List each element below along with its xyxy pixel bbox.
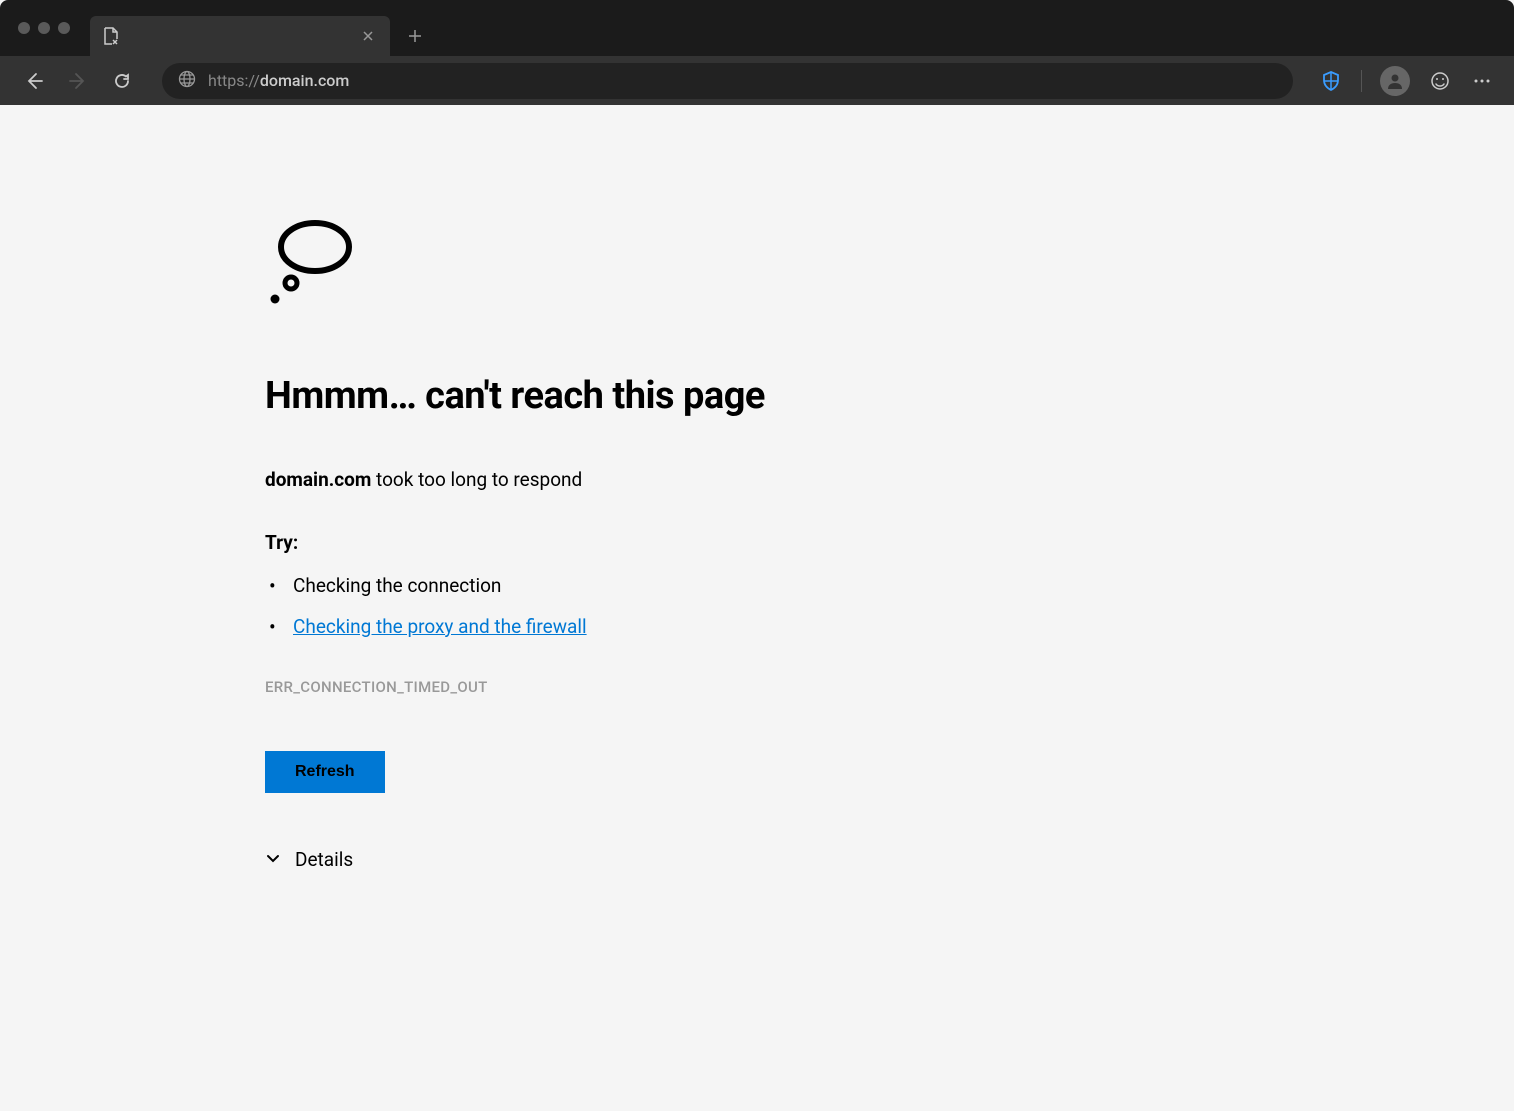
refresh-page-button[interactable]: Refresh (265, 751, 385, 793)
new-tab-button[interactable] (400, 21, 430, 51)
error-message: domain.com took too long to respond (265, 468, 1514, 491)
toolbar-right (1319, 66, 1494, 96)
error-domain: domain.com (265, 468, 371, 491)
titlebar (0, 0, 1514, 56)
forward-button[interactable] (64, 67, 92, 95)
feedback-icon[interactable] (1428, 69, 1452, 93)
tracking-shield-icon[interactable] (1319, 69, 1343, 93)
error-message-text: took too long to respond (371, 468, 582, 491)
refresh-button[interactable] (108, 67, 136, 95)
try-list: Checking the connection Checking the pro… (265, 574, 1514, 638)
close-tab-button[interactable] (358, 26, 378, 46)
details-toggle[interactable]: Details (265, 848, 1514, 871)
maximize-window-button[interactable] (58, 22, 70, 34)
browser-tab[interactable] (90, 16, 390, 56)
back-button[interactable] (20, 67, 48, 95)
error-title: Hmmm… can't reach this page (265, 374, 1514, 418)
error-page-content: Hmmm… can't reach this page domain.com t… (0, 105, 1514, 871)
profile-avatar[interactable] (1380, 66, 1410, 96)
url-text: https://domain.com (208, 71, 349, 90)
url-domain: domain.com (260, 71, 349, 90)
globe-icon (178, 70, 196, 92)
try-item-proxy: Checking the proxy and the firewall (265, 615, 1514, 638)
more-menu-icon[interactable] (1470, 69, 1494, 93)
url-prefix: https:// (208, 71, 260, 90)
browser-chrome: https://domain.com (0, 0, 1514, 105)
window-controls (18, 22, 70, 34)
close-window-button[interactable] (18, 22, 30, 34)
details-label: Details (295, 848, 353, 871)
page-error-icon (102, 27, 120, 45)
proxy-firewall-link[interactable]: Checking the proxy and the firewall (293, 615, 587, 638)
address-bar[interactable]: https://domain.com (162, 63, 1293, 99)
toolbar-divider (1361, 70, 1362, 92)
thought-bubble-icon (265, 215, 1514, 314)
try-label: Try: (265, 531, 1514, 554)
chevron-down-icon (265, 848, 281, 871)
minimize-window-button[interactable] (38, 22, 50, 34)
try-item-connection: Checking the connection (265, 574, 1514, 597)
error-code: ERR_CONNECTION_TIMED_OUT (265, 678, 1514, 696)
toolbar: https://domain.com (0, 56, 1514, 105)
